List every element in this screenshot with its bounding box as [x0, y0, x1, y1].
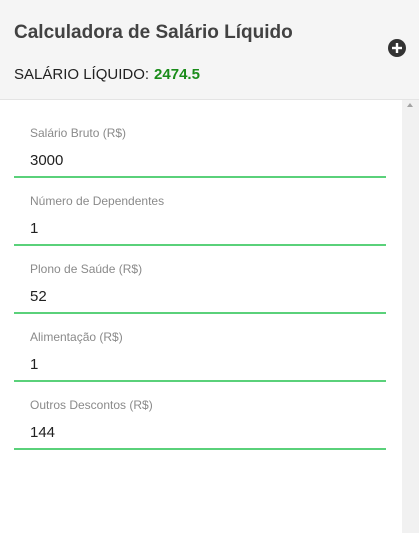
health-plan-field: Plono de Saúde (R$) — [14, 262, 386, 320]
gross-salary-input[interactable] — [14, 144, 386, 178]
food-allowance-input[interactable] — [14, 348, 386, 382]
food-allowance-field: Alimentação (R$) — [14, 330, 386, 388]
app-header: Calculadora de Salário Líquido SALÁRIO L… — [0, 0, 419, 100]
dependents-input[interactable] — [14, 212, 386, 246]
health-plan-label: Plono de Saúde (R$) — [30, 262, 143, 276]
salary-calculator-app: Calculadora de Salário Líquido SALÁRIO L… — [0, 0, 419, 533]
gross-salary-label: Salário Bruto (R$) — [30, 126, 127, 140]
gross-salary-field: Salário Bruto (R$) — [14, 126, 386, 184]
page-title: Calculadora de Salário Líquido — [14, 22, 293, 43]
add-button[interactable] — [387, 38, 407, 58]
scroll-up-arrow-icon[interactable] — [407, 103, 413, 107]
net-salary-label: SALÁRIO LÍQUIDO: — [14, 66, 150, 83]
dependents-field: Número de Dependentes — [14, 194, 386, 252]
health-plan-input[interactable] — [14, 280, 386, 314]
plus-circle-icon — [388, 39, 406, 57]
other-deductions-input[interactable] — [14, 416, 386, 450]
dependents-label: Número de Dependentes — [30, 194, 165, 208]
net-salary-result: SALÁRIO LÍQUIDO: 2474.5 — [14, 66, 200, 83]
other-deductions-field: Outros Descontos (R$) — [14, 398, 386, 456]
food-allowance-label: Alimentação (R$) — [30, 330, 123, 344]
other-deductions-label: Outros Descontos (R$) — [30, 398, 153, 412]
net-salary-value: 2474.5 — [154, 66, 200, 83]
form-area: Salário Bruto (R$) Número de Dependentes… — [0, 100, 402, 533]
vertical-scrollbar[interactable] — [402, 100, 419, 533]
